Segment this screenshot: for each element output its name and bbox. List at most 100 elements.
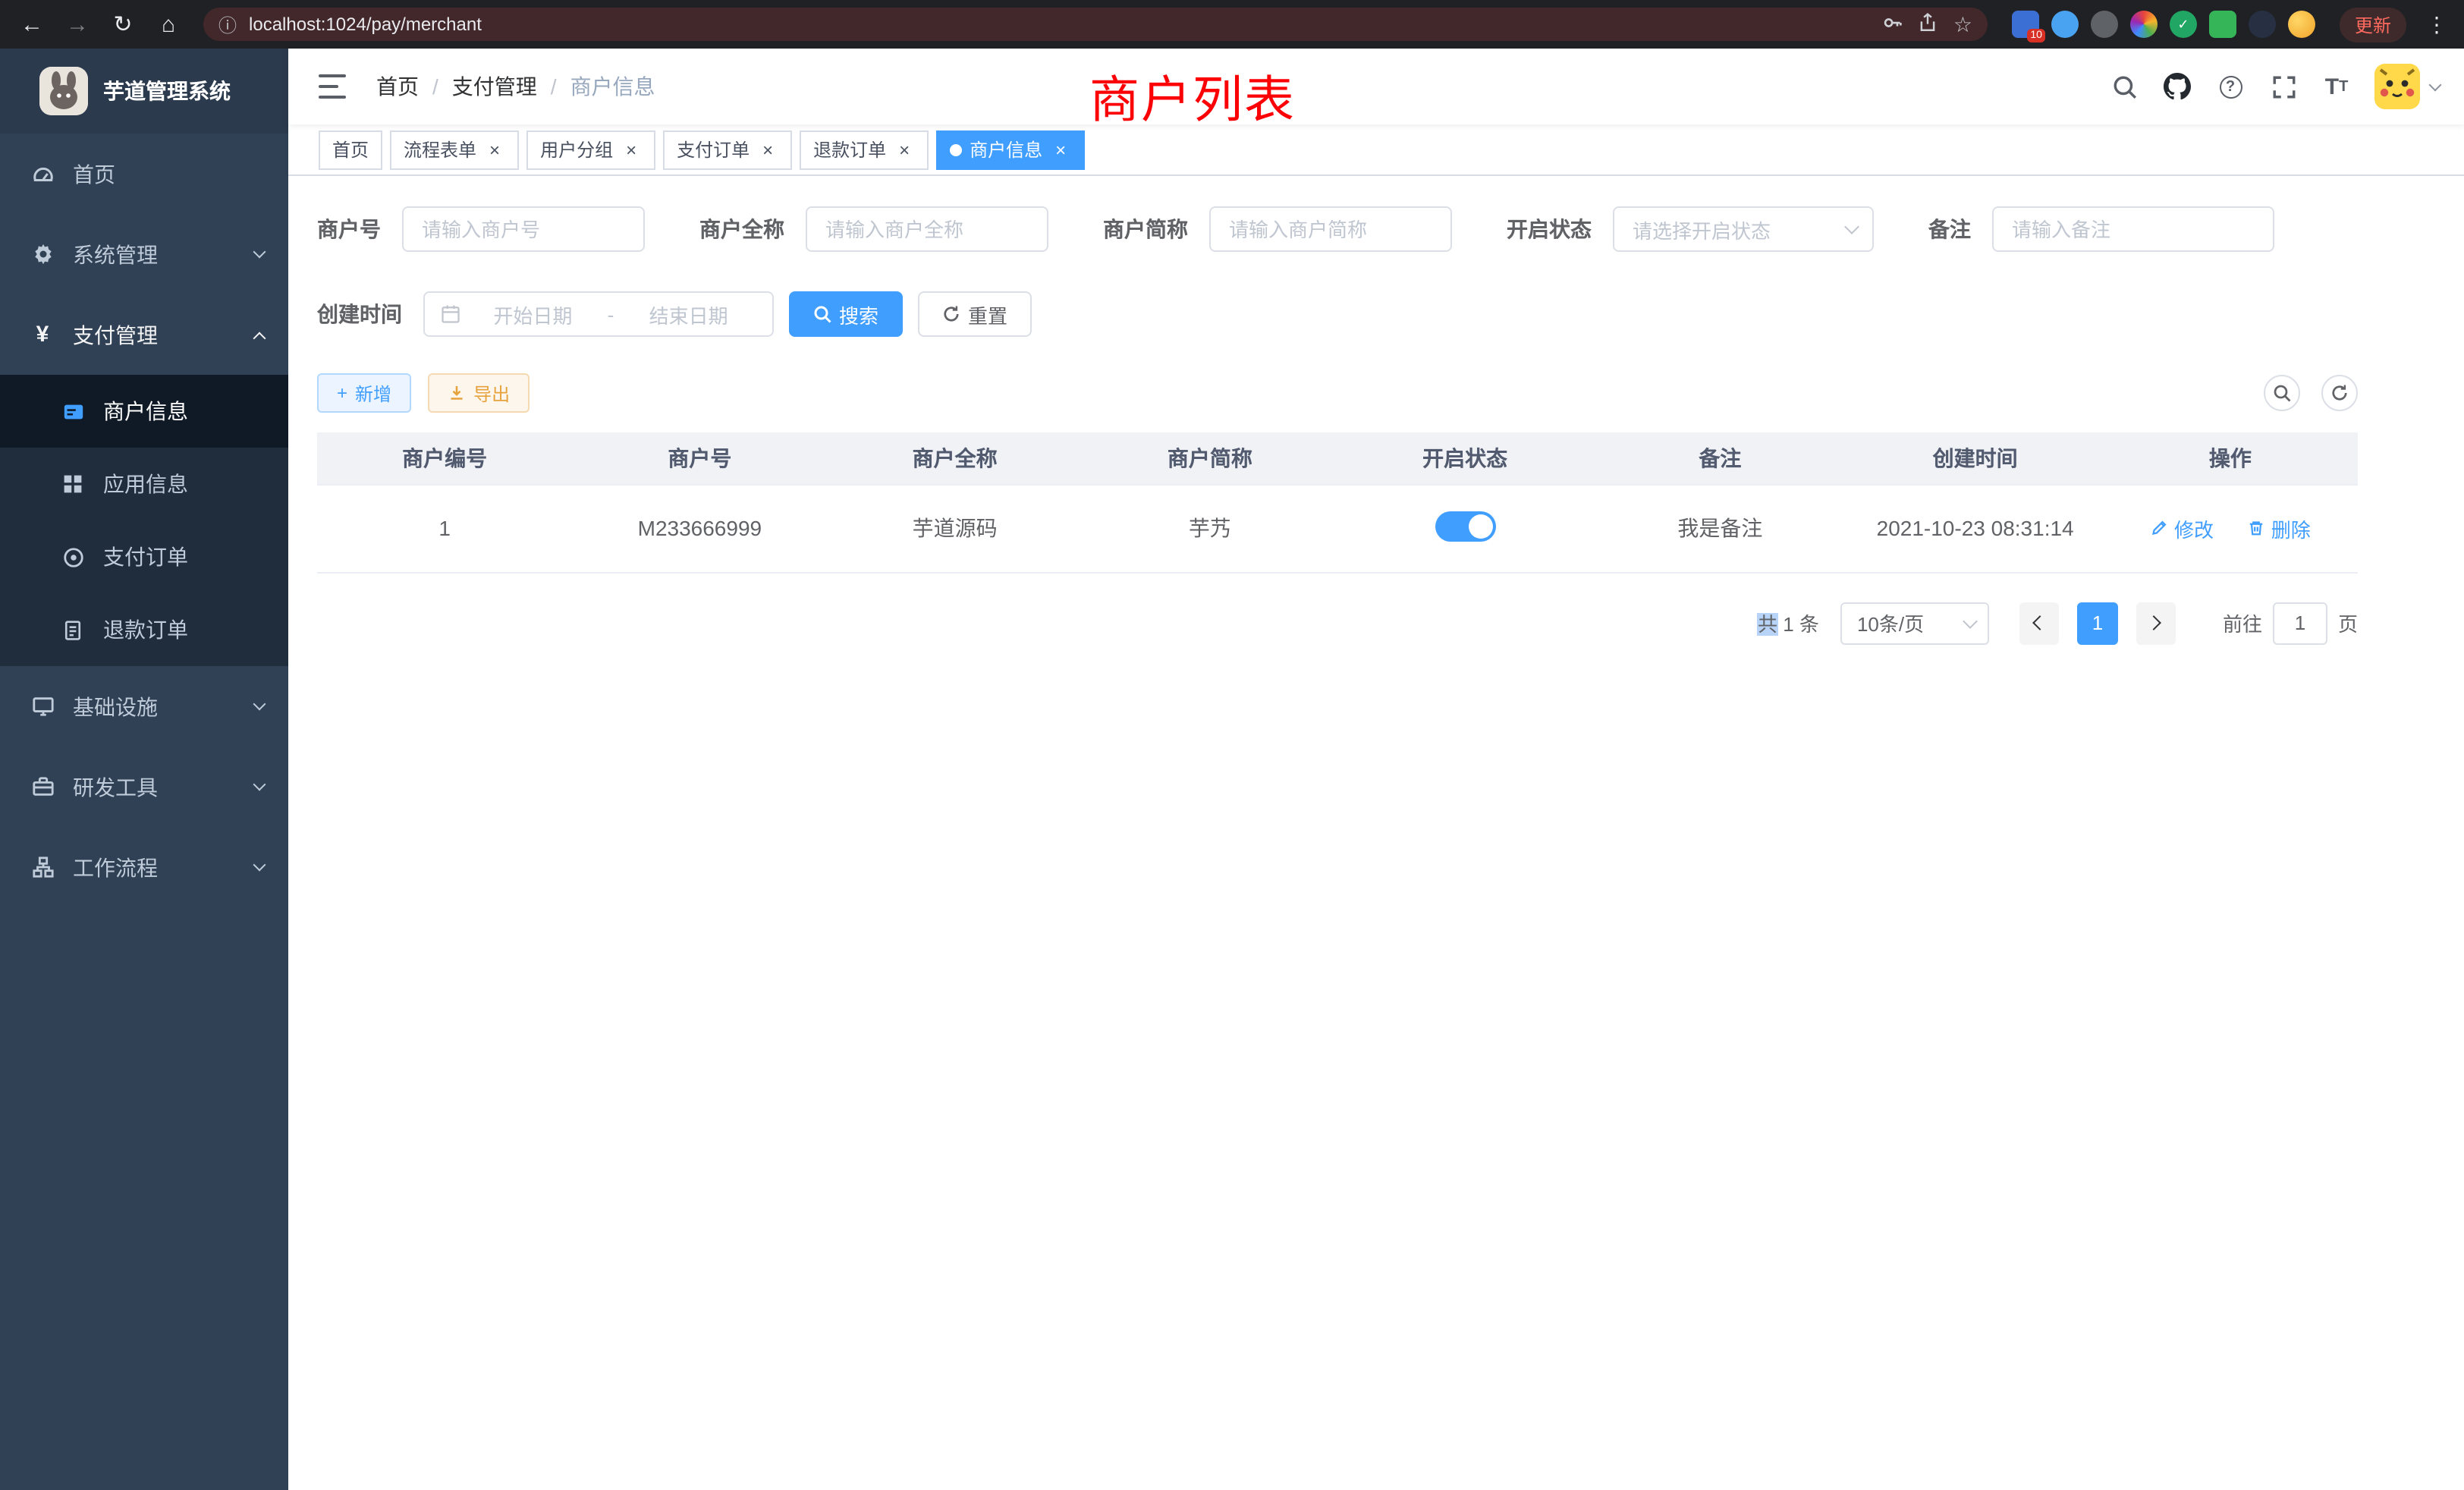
refresh-table-button[interactable] <box>2321 375 2358 411</box>
sidebar-item-label: 工作流程 <box>73 852 255 882</box>
status-toggle[interactable] <box>1435 511 1495 541</box>
sidebar-item-refund-order[interactable]: 退款订单 <box>0 593 288 666</box>
show-search-toggle-button[interactable] <box>2264 375 2300 411</box>
tab-label: 商户信息 <box>970 137 1042 162</box>
export-button[interactable]: 导出 <box>428 373 530 413</box>
github-icon[interactable] <box>2162 71 2192 102</box>
table-header-row: 商户编号 商户号 商户全称 商户简称 开启状态 备注 创建时间 操作 <box>317 432 2358 484</box>
sidebar-item-app-info[interactable]: 应用信息 <box>0 448 288 520</box>
search-icon <box>813 305 831 323</box>
extension-icon-1[interactable]: 10 <box>2012 11 2039 38</box>
edit-link[interactable]: 修改 <box>2150 514 2214 542</box>
password-key-icon[interactable] <box>1882 11 1903 37</box>
table-row: 1 M233666999 芋道源码 芋艿 我是备注 2021-10-23 08:… <box>317 484 2358 572</box>
page-size-select[interactable]: 10条/页 <box>1840 602 1989 644</box>
sidebar-item-infra[interactable]: 基础设施 <box>0 666 288 747</box>
app-logo[interactable]: 芋道管理系统 <box>0 49 288 134</box>
sidebar-item-system[interactable]: 系统管理 <box>0 214 288 294</box>
url-text[interactable]: localhost:1024/pay/merchant <box>249 14 1870 35</box>
col-merchant-id: 商户编号 <box>317 432 572 484</box>
extension-icon-2[interactable] <box>2051 11 2079 38</box>
next-page-button[interactable] <box>2136 602 2176 644</box>
trash-icon <box>2247 519 2265 537</box>
breadcrumb-separator: / <box>551 74 557 99</box>
chevron-down-icon <box>1963 613 1978 628</box>
sidebar-item-pay-order[interactable]: 支付订单 <box>0 520 288 593</box>
extension-icon-6[interactable] <box>2209 11 2236 38</box>
search-button[interactable]: 搜索 <box>789 291 903 337</box>
tab-close-icon[interactable]: × <box>894 139 915 160</box>
merchant-no-input[interactable] <box>402 206 645 252</box>
tab-close-icon[interactable]: × <box>484 139 505 160</box>
filter-label: 商户号 <box>317 214 402 244</box>
filter-merchant-short-name: 商户简称 <box>1103 206 1452 252</box>
navbar: 首页 / 支付管理 / 商户信息 商户列表 <box>288 49 2464 124</box>
breadcrumb-home[interactable]: 首页 <box>376 71 419 102</box>
page-number-1[interactable]: 1 <box>2077 602 2118 644</box>
extension-icon-8[interactable] <box>2288 11 2315 38</box>
bookmark-star-icon[interactable]: ☆ <box>1953 11 1972 37</box>
browser-menu-button[interactable]: ⋮ <box>2422 11 2452 37</box>
filter-label: 备注 <box>1928 214 1992 244</box>
app-shell: 芋道管理系统 首页 系统管理 <box>0 49 2464 1490</box>
tab-label: 首页 <box>332 137 369 162</box>
delete-link[interactable]: 删除 <box>2247 514 2311 542</box>
merchant-short-name-input[interactable] <box>1209 206 1452 252</box>
filter-merchant-full-name: 商户全称 <box>699 206 1048 252</box>
browser-forward-button[interactable]: → <box>58 5 97 44</box>
merchant-full-name-input[interactable] <box>806 206 1048 252</box>
col-full-name: 商户全称 <box>828 432 1083 484</box>
site-info-icon[interactable]: ⓘ <box>218 11 237 37</box>
share-icon[interactable] <box>1919 11 1938 37</box>
user-avatar-dropdown[interactable] <box>2374 64 2440 109</box>
sidebar-item-label: 首页 <box>73 159 264 189</box>
toolbar-right <box>2264 375 2358 411</box>
tab-close-icon[interactable]: × <box>757 139 778 160</box>
extension-icon-3[interactable] <box>2091 11 2118 38</box>
total-count: 共 1 条 <box>1758 608 1819 637</box>
extension-icon-7[interactable] <box>2249 11 2276 38</box>
tab-user-group[interactable]: 用户分组 × <box>526 130 655 169</box>
tab-refund-order[interactable]: 退款订单 × <box>800 130 929 169</box>
tab-home[interactable]: 首页 <box>319 130 382 169</box>
tab-pay-order[interactable]: 支付订单 × <box>663 130 792 169</box>
add-button-label: 新增 <box>355 380 391 406</box>
cell-actions: 修改 删除 <box>2103 484 2358 572</box>
sidebar-item-home[interactable]: 首页 <box>0 134 288 214</box>
goto-page-input[interactable] <box>2273 602 2327 644</box>
font-size-icon[interactable]: TT <box>2321 71 2352 102</box>
tab-process-form[interactable]: 流程表单 × <box>390 130 519 169</box>
sidebar-item-payment[interactable]: ¥ 支付管理 <box>0 294 288 375</box>
sidebar-item-devtools[interactable]: 研发工具 <box>0 747 288 827</box>
prev-page-button[interactable] <box>2019 602 2059 644</box>
add-button[interactable]: + 新增 <box>317 373 411 413</box>
browser-update-button[interactable]: 更新 <box>2340 7 2406 42</box>
hamburger-icon[interactable] <box>319 74 349 99</box>
address-bar[interactable]: ⓘ localhost:1024/pay/merchant ☆ <box>203 8 1988 41</box>
app-title: 芋道管理系统 <box>103 76 231 106</box>
cell-merchant-no: M233666999 <box>572 484 827 572</box>
document-icon <box>61 618 85 642</box>
create-time-range-picker[interactable]: 开始日期 - 结束日期 <box>423 291 774 337</box>
main-area: 首页 / 支付管理 / 商户信息 商户列表 <box>288 49 2464 1490</box>
remark-input[interactable] <box>1992 206 2274 252</box>
chevron-up-icon <box>253 332 266 344</box>
search-icon[interactable] <box>2109 71 2139 102</box>
browser-reload-button[interactable]: ↻ <box>103 5 143 44</box>
sidebar-item-workflow[interactable]: 工作流程 <box>0 827 288 907</box>
status-select[interactable]: 请选择开启状态 <box>1613 206 1874 252</box>
sidebar-item-merchant-info[interactable]: 商户信息 <box>0 375 288 448</box>
browser-home-button[interactable]: ⌂ <box>149 5 188 44</box>
help-icon[interactable]: ? <box>2215 71 2246 102</box>
tab-close-icon[interactable]: × <box>1050 139 1071 160</box>
calendar-icon <box>440 303 461 325</box>
caret-down-icon <box>2429 78 2442 91</box>
reset-button[interactable]: 重置 <box>918 291 1032 337</box>
browser-back-button[interactable]: ← <box>12 5 52 44</box>
fullscreen-icon[interactable] <box>2268 71 2299 102</box>
tab-close-icon[interactable]: × <box>621 139 642 160</box>
extension-badge: 10 <box>2027 29 2045 42</box>
tab-merchant-info[interactable]: 商户信息 × <box>936 130 1085 169</box>
extension-icon-5[interactable]: ✓ <box>2170 11 2197 38</box>
profile-avatar-icon[interactable] <box>2130 11 2158 38</box>
